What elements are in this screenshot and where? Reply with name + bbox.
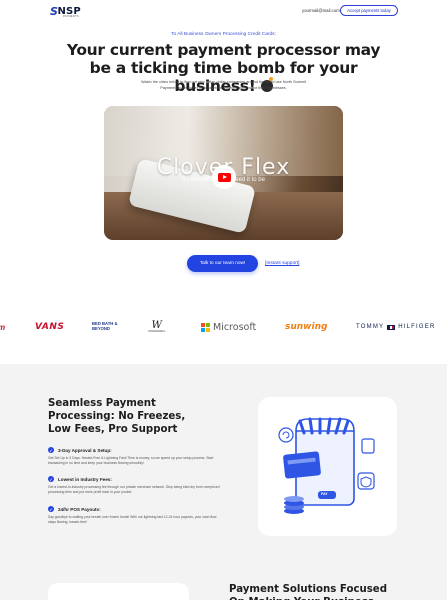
accept-payments-button[interactable]: Accept payments today bbox=[340, 5, 398, 16]
client-logos: m VANS BED BATH & BEYOND W VANDERWEIL Mi… bbox=[0, 318, 447, 336]
pay-badge-label: PAY bbox=[321, 492, 328, 496]
tommy-left: TOMMY bbox=[356, 324, 385, 330]
feature-item: ✓ 24/hr POS Payouts: Say goodbye to wait… bbox=[48, 506, 223, 525]
tommy-right: HILFIGER bbox=[398, 324, 436, 330]
logo-bed-bath-beyond: BED BATH & BEYOND bbox=[92, 318, 118, 336]
microsoft-text: Microsoft bbox=[213, 321, 257, 333]
features-title: Seamless Payment Processing: No Freezes,… bbox=[48, 398, 186, 435]
hero-kicker: To All Business Owners Processing Credit… bbox=[171, 32, 276, 37]
feature-heading: Lowest in Industry Fees: bbox=[58, 476, 112, 482]
video-player[interactable]: Clover Flex It's everything you need it … bbox=[104, 106, 343, 240]
hero-subcopy: Watch the video below to find out why bi… bbox=[141, 80, 306, 90]
feature-description: Get a lowest-in-industry processing fee … bbox=[48, 485, 220, 494]
bottom-illustration-card bbox=[48, 583, 189, 600]
check-icon: ✓ bbox=[48, 476, 54, 482]
logo-partial: m bbox=[0, 318, 5, 336]
feature-description: Get Set Up in 3 Days: Hassle-Free & Ligh… bbox=[48, 456, 214, 465]
vw-mark: W bbox=[151, 320, 162, 331]
vw-text: VANDERWEIL bbox=[148, 330, 166, 333]
logo-sunwing: sunwing bbox=[285, 322, 328, 332]
feature-item: ✓ 3-Day Approval & Setup: Get Set Up in … bbox=[48, 447, 223, 466]
check-icon: ✓ bbox=[48, 506, 54, 512]
flag-icon bbox=[387, 324, 396, 330]
feature-heading: 24/hr POS Payouts: bbox=[58, 506, 101, 512]
payment-illustration: PAY bbox=[258, 397, 397, 536]
logo-vanderweil: W VANDERWEIL bbox=[148, 318, 166, 336]
storefront-illustration bbox=[278, 417, 375, 514]
play-icon[interactable] bbox=[212, 165, 236, 189]
logo-tommy-hilfiger: TOMMY HILFIGER bbox=[356, 318, 436, 336]
payment-solutions-title: Payment Solutions Focused On Making Your… bbox=[229, 584, 387, 600]
talk-to-team-button[interactable]: Talk to our team now! bbox=[187, 255, 258, 272]
microsoft-icon bbox=[201, 322, 210, 332]
feature-item: ✓ Lowest in Industry Fees: Get a lowest-… bbox=[48, 476, 223, 495]
logo-mark: S bbox=[50, 5, 58, 18]
feature-description: Say goodbye to waiting your breath over … bbox=[48, 515, 217, 524]
bbb-line2: BEYOND bbox=[92, 326, 110, 331]
logo-microsoft: Microsoft bbox=[201, 318, 256, 336]
feature-heading: 3-Day Approval & Setup: bbox=[58, 447, 112, 453]
site-header: S NSP PAYMENTS yourmail@mail.com Accept … bbox=[0, 0, 447, 24]
logo-subtitle: PAYMENTS bbox=[63, 15, 79, 18]
contact-email[interactable]: yourmail@mail.com bbox=[302, 8, 340, 13]
check-icon: ✓ bbox=[48, 447, 54, 453]
instant-support-link[interactable]: [Instant support] bbox=[265, 261, 299, 266]
logo-vans: VANS bbox=[35, 322, 65, 332]
